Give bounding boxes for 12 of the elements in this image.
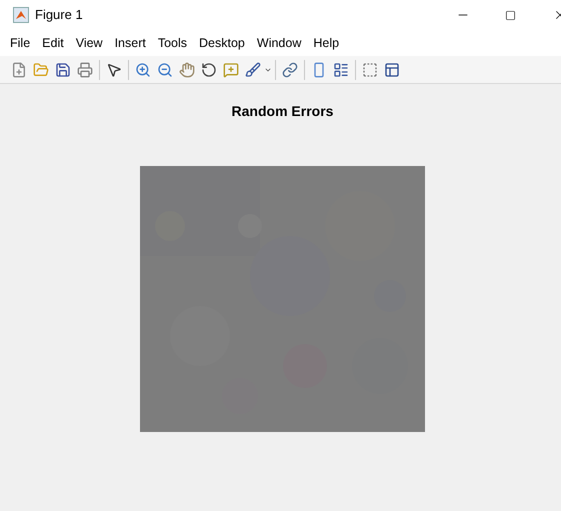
menu-item[interactable]: Tools	[158, 34, 188, 52]
menu-item[interactable]: Insert	[114, 34, 146, 52]
window-title: Figure 1	[35, 6, 83, 24]
menu-item[interactable]: Help	[313, 34, 340, 52]
menu-item[interactable]: Window	[256, 34, 302, 52]
menu-item[interactable]: Desktop	[199, 34, 245, 52]
maximize-icon[interactable]	[505, 10, 516, 21]
menu-item[interactable]: File	[10, 34, 30, 52]
app-icon	[13, 7, 29, 23]
menu-item[interactable]: Edit	[42, 34, 64, 52]
axes-title: Random Errors	[232, 102, 334, 121]
menu-item[interactable]: View	[76, 34, 103, 52]
